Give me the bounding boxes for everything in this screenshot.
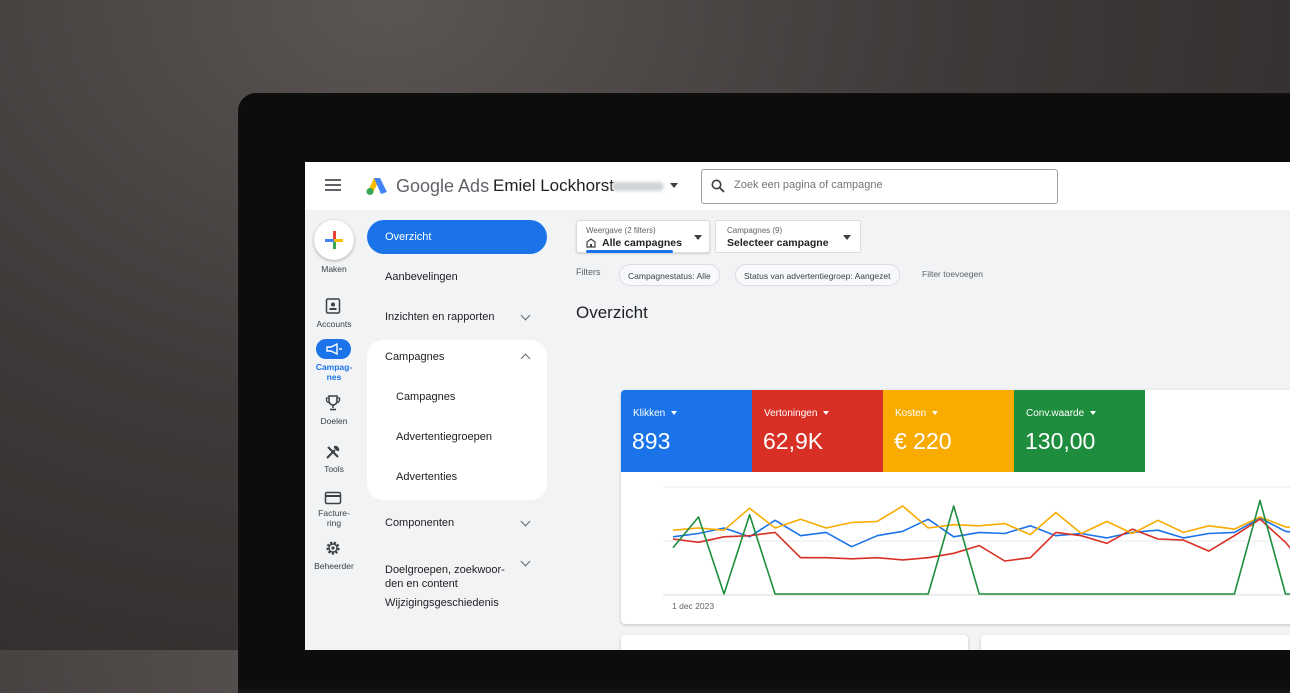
chevron-down-icon [520,556,531,567]
megaphone-icon [326,342,342,356]
campaign-dropdown[interactable]: Campagnes (9) Selecteer campagne [715,220,861,253]
metric-label: Kosten [895,408,927,419]
metric-label: Klikken [633,408,666,419]
google-ads-logo-icon [366,178,387,195]
nav-item-campaigns[interactable]: Campagnes [367,380,547,414]
view-dropdown-caption: Weergave (2 filters) [586,226,656,235]
nav-item-ad-groups[interactable]: Advertentiegroepen [367,420,547,454]
metric-value: 130,00 [1025,428,1096,454]
view-dropdown-active-indicator [586,250,673,253]
search-icon [711,179,725,193]
campaign-dropdown-caret-icon [843,235,851,240]
credit-card-icon[interactable] [324,489,342,507]
performance-card: Klikken 893 Vertoningen 62,9K Kosten € 2… [621,390,1290,624]
metric-tile-clicks[interactable]: Klikken 893 [621,390,752,472]
caret-down-icon [1090,411,1097,416]
search-input[interactable] [732,178,1036,192]
hamburger-menu-icon[interactable] [325,179,341,191]
admin-label: Beheerder [314,561,354,571]
nav-item-ads[interactable]: Advertenties [367,460,547,494]
caret-down-icon [932,411,939,416]
chevron-up-icon [520,353,531,364]
side-nav: Overzicht Aanbevelingen Inzichten en rap… [367,210,552,650]
tools-icon[interactable] [324,443,342,461]
x-axis-start-label: 1 dec 2023 [672,601,715,611]
view-dropdown[interactable]: Weergave (2 filters) Alle campagnes [576,220,710,253]
filter-chip-campaign-status[interactable]: Campagnestatus: Alle [619,264,720,286]
app-window: Google Ads Emiel Lockhorst Maken [305,162,1290,650]
campaigns-rail-label: Campag- nes [315,362,353,382]
chevron-down-icon [520,516,531,527]
gear-icon[interactable] [324,539,342,557]
filter-chip-adgroup-status[interactable]: Status van advertentiegroep: Aangezet [735,264,900,286]
metric-value: € 220 [894,428,952,454]
performance-line-chart [663,486,1290,596]
nav-item-insights-label: Inzichten en rapporten [385,311,495,323]
nav-item-overview[interactable]: Overzicht [367,220,547,254]
campaign-dropdown-value: Selecteer campagne [727,237,829,249]
top-bar: Google Ads Emiel Lockhorst [305,162,1290,210]
nav-item-insights[interactable]: Inzichten en rapporten [367,300,547,334]
view-dropdown-value: Alle campagnes [602,237,682,249]
nav-item-audiences[interactable]: Doelgroepen, zoekwoor- den en content [367,544,547,590]
accounts-label: Accounts [316,319,352,329]
chevron-down-icon [520,310,531,321]
nav-item-campaigns-group[interactable]: Campagnes [367,340,547,374]
metric-value: 893 [632,428,671,454]
billing-label: Facture- ring [318,508,350,528]
trophy-icon[interactable] [324,394,342,412]
nav-item-recommendations[interactable]: Aanbevelingen [367,260,547,294]
metric-tile-impressions[interactable]: Vertoningen 62,9K [752,390,883,472]
caret-down-icon [823,411,830,416]
nav-item-components[interactable]: Componenten [367,506,547,540]
filters-label: Filters [576,267,601,277]
metric-label: Conv.waarde [1026,408,1085,419]
plus-icon [325,231,343,249]
series-line-klikken [672,517,1290,548]
product-name: Google Ads [396,176,490,196]
page-title: Overzicht [576,303,648,322]
goals-label: Doelen [320,416,348,426]
metric-label: Vertoningen [764,408,818,419]
account-name[interactable]: Emiel Lockhorst [493,176,614,196]
caret-down-icon [671,411,678,416]
create-label: Maken [321,264,347,274]
metric-value: 62,9K [763,428,824,454]
account-dropdown-icon[interactable] [670,183,678,188]
metric-tile-cost[interactable]: Kosten € 220 [883,390,1014,472]
create-button[interactable] [314,220,354,260]
nav-group-campaigns: Campagnes Campagnes Advertentiegroepen A… [367,340,547,500]
search-box[interactable] [701,169,1058,204]
accounts-icon[interactable] [324,297,342,315]
tools-label: Tools [324,464,344,474]
bottom-card-right [981,635,1290,650]
metric-tile-conv-value[interactable]: Conv.waarde 130,00 [1014,390,1145,472]
bottom-card-left [621,635,968,650]
nav-item-components-label: Componenten [385,517,455,529]
view-dropdown-caret-icon [694,235,702,240]
nav-item-change-history[interactable]: Wijzigingsgeschiedenis [367,586,547,620]
series-line-kosten [672,505,1290,536]
building-icon [586,238,596,248]
nav-item-campaigns-group-label: Campagnes [385,351,445,363]
campaign-dropdown-caption: Campagnes (9) [727,226,783,235]
left-rail: Maken Accounts Campag- nes Doelen Tools … [305,210,363,650]
account-id-redacted [612,182,664,191]
campaigns-rail-button[interactable] [316,339,351,359]
add-filter-link[interactable]: Filter toevoegen [922,269,983,279]
